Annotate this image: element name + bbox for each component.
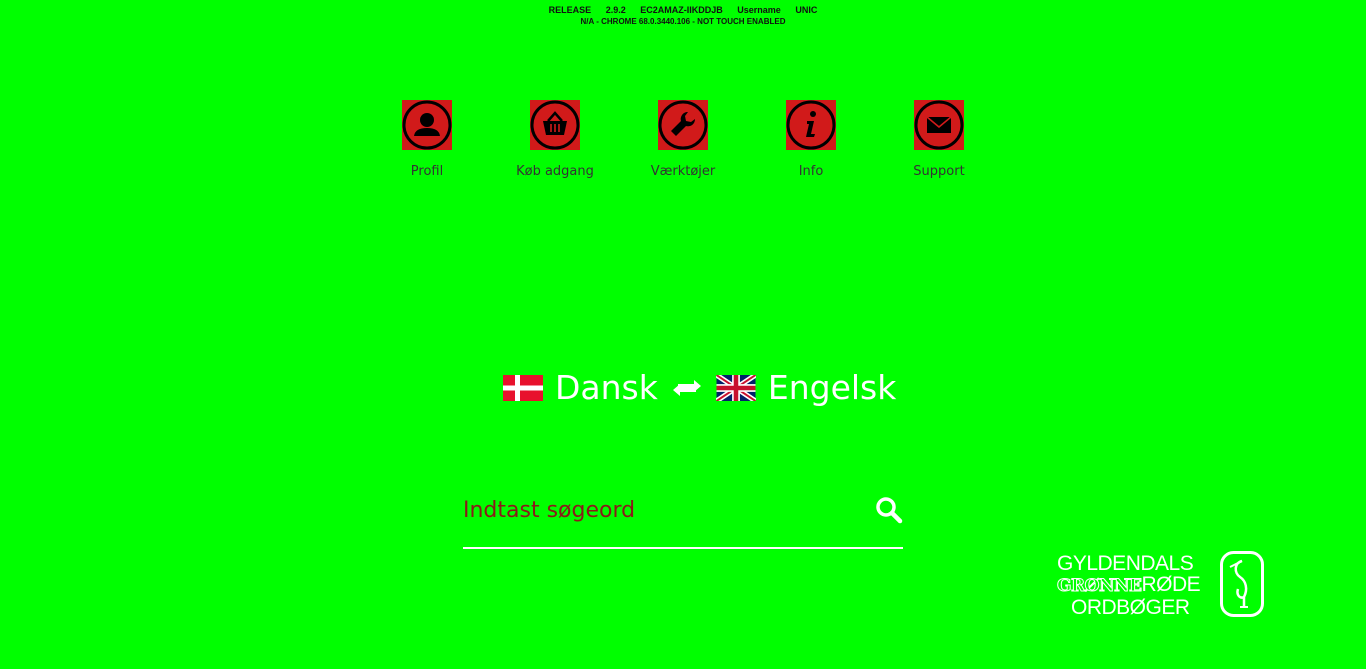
target-language[interactable]: Engelsk <box>715 366 897 410</box>
search-button[interactable] <box>875 496 903 524</box>
nav-vaerktojer-label: Værktøjer <box>650 164 716 179</box>
danish-flag-icon <box>503 375 543 401</box>
nav-info-label: Info <box>798 164 824 179</box>
debug-info: RELEASE 2.9.2 EC2AMAZ-IIKDDJB Username U… <box>0 4 1366 27</box>
nav-info[interactable]: Info <box>756 100 866 179</box>
wrench-icon <box>658 100 708 150</box>
org-label: UNIC <box>795 5 818 15</box>
envelope-icon <box>914 100 964 150</box>
nav-kob-adgang[interactable]: Køb adgang <box>500 100 610 179</box>
nav-vaerktojer[interactable]: Værktøjer <box>628 100 738 179</box>
nav-profil[interactable]: Profil <box>372 100 482 179</box>
heron-logo-icon <box>1220 551 1264 617</box>
nav-kob-adgang-label: Køb adgang <box>516 164 594 179</box>
browser-info: N/A - CHROME 68.0.3440.106 - NOT TOUCH E… <box>580 17 786 26</box>
logo-line-1: GYLDENDALS <box>1057 552 1194 575</box>
logo-line-2-text: RØDE <box>1141 573 1201 596</box>
target-language-label: Engelsk <box>767 368 897 407</box>
username-label: Username <box>737 5 781 15</box>
host-label: EC2AMAZ-IIKDDJB <box>640 5 723 15</box>
source-language[interactable]: Dansk <box>503 366 658 410</box>
search-bar <box>463 486 903 549</box>
search-input[interactable] <box>463 492 853 528</box>
nav-support-label: Support <box>913 164 965 179</box>
language-selector: Dansk Engelsk <box>503 366 896 410</box>
version-label: 2.9.2 <box>605 5 626 15</box>
nav-support[interactable]: Support <box>884 100 994 179</box>
nav-profil-label: Profil <box>410 164 444 179</box>
debug-line-1: RELEASE 2.9.2 EC2AMAZ-IIKDDJB Username U… <box>0 4 1366 16</box>
user-icon <box>402 100 452 150</box>
basket-icon <box>530 100 580 150</box>
logo-line-2: GRØNNERØDE <box>1057 573 1201 597</box>
swap-arrows-icon <box>672 380 701 396</box>
page: RELEASE 2.9.2 EC2AMAZ-IIKDDJB Username U… <box>0 0 1366 669</box>
uk-flag-icon <box>715 375 756 401</box>
gyldendal-logo: GYLDENDALS GRØNNERØDE ORDBØGER <box>1057 551 1267 619</box>
release-label: RELEASE <box>548 5 592 15</box>
logo-line-2-outline: GRØNNE <box>1057 576 1143 597</box>
logo-text: GYLDENDALS GRØNNERØDE ORDBØGER <box>1057 552 1201 619</box>
search-icon <box>876 497 903 524</box>
info-icon <box>786 100 836 150</box>
source-language-label: Dansk <box>555 368 658 407</box>
swap-languages-button[interactable] <box>672 376 702 400</box>
logo-line-3: ORDBØGER <box>1071 596 1190 619</box>
